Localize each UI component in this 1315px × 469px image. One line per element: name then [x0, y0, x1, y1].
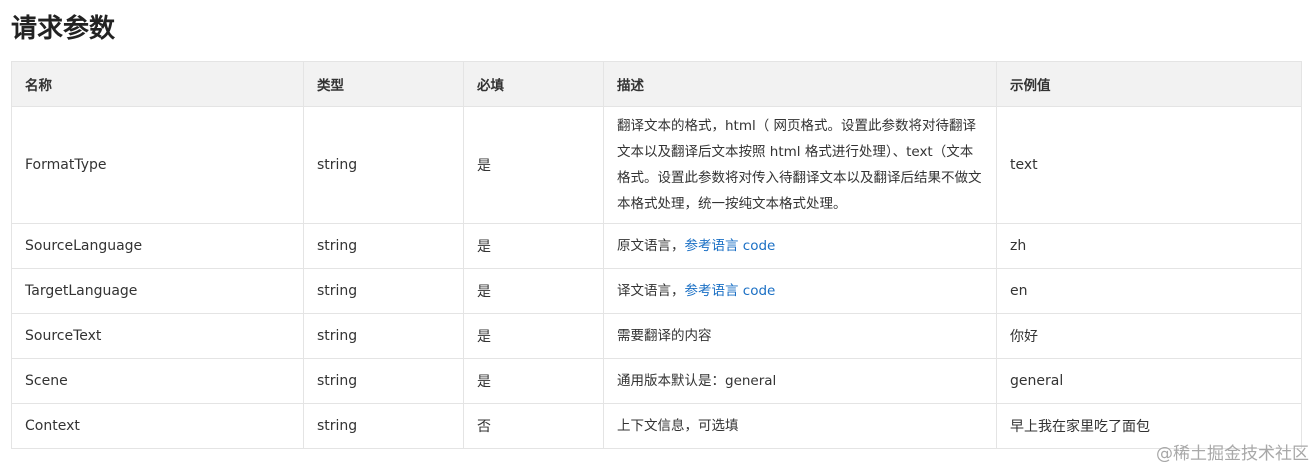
page-title: 请求参数: [11, 14, 116, 44]
table-row: Context string 否 上下文信息，可选填 早上我在家里吃了面包: [11, 403, 1302, 449]
header-name: 名称: [11, 61, 304, 107]
param-required: 否: [463, 403, 604, 449]
param-name: SourceLanguage: [11, 223, 304, 269]
page: 请求参数 名称 类型 必填 描述 示例值 FormatType string 是…: [0, 0, 1315, 469]
param-description: 需要翻译的内容: [603, 313, 997, 359]
table-row: SourceText string 是 需要翻译的内容 你好: [11, 313, 1302, 359]
param-name: TargetLanguage: [11, 268, 304, 314]
header-type: 类型: [303, 61, 464, 107]
param-type: string: [303, 358, 464, 404]
param-description: 通用版本默认是：general: [603, 358, 997, 404]
header-example: 示例值: [996, 61, 1302, 107]
param-description: 原文语言，参考语言 code: [603, 223, 997, 269]
table-row: SourceLanguage string 是 原文语言，参考语言 code z…: [11, 223, 1302, 269]
param-required: 是: [463, 358, 604, 404]
param-required: 是: [463, 223, 604, 269]
table-row: TargetLanguage string 是 译文语言，参考语言 code e…: [11, 268, 1302, 314]
language-code-link[interactable]: 参考语言 code: [685, 238, 776, 254]
param-example: zh: [996, 223, 1302, 269]
table-row: FormatType string 是 翻译文本的格式，html（ 网页格式。设…: [11, 106, 1302, 224]
param-type: string: [303, 268, 464, 314]
param-name: SourceText: [11, 313, 304, 359]
param-name: Scene: [11, 358, 304, 404]
param-example: text: [996, 106, 1302, 224]
description-text: 译文语言，: [617, 283, 685, 299]
param-required: 是: [463, 313, 604, 359]
param-type: string: [303, 106, 464, 224]
param-example: en: [996, 268, 1302, 314]
param-required: 是: [463, 268, 604, 314]
site-watermark: @稀土掘金技术社区: [1156, 444, 1309, 464]
param-example: 早上我在家里吃了面包: [996, 403, 1302, 449]
params-table: 名称 类型 必填 描述 示例值 FormatType string 是 翻译文本…: [11, 61, 1302, 449]
param-type: string: [303, 223, 464, 269]
param-name: Context: [11, 403, 304, 449]
param-type: string: [303, 403, 464, 449]
table-header-row: 名称 类型 必填 描述 示例值: [11, 61, 1302, 107]
param-description: 译文语言，参考语言 code: [603, 268, 997, 314]
param-example: general: [996, 358, 1302, 404]
param-name: FormatType: [11, 106, 304, 224]
param-description: 翻译文本的格式，html（ 网页格式。设置此参数将对待翻译文本以及翻译后文本按照…: [603, 106, 997, 224]
table-row: Scene string 是 通用版本默认是：general general: [11, 358, 1302, 404]
header-description: 描述: [603, 61, 997, 107]
language-code-link[interactable]: 参考语言 code: [685, 283, 776, 299]
param-required: 是: [463, 106, 604, 224]
param-type: string: [303, 313, 464, 359]
param-example: 你好: [996, 313, 1302, 359]
header-required: 必填: [463, 61, 604, 107]
description-text: 原文语言，: [617, 238, 685, 254]
param-description: 上下文信息，可选填: [603, 403, 997, 449]
